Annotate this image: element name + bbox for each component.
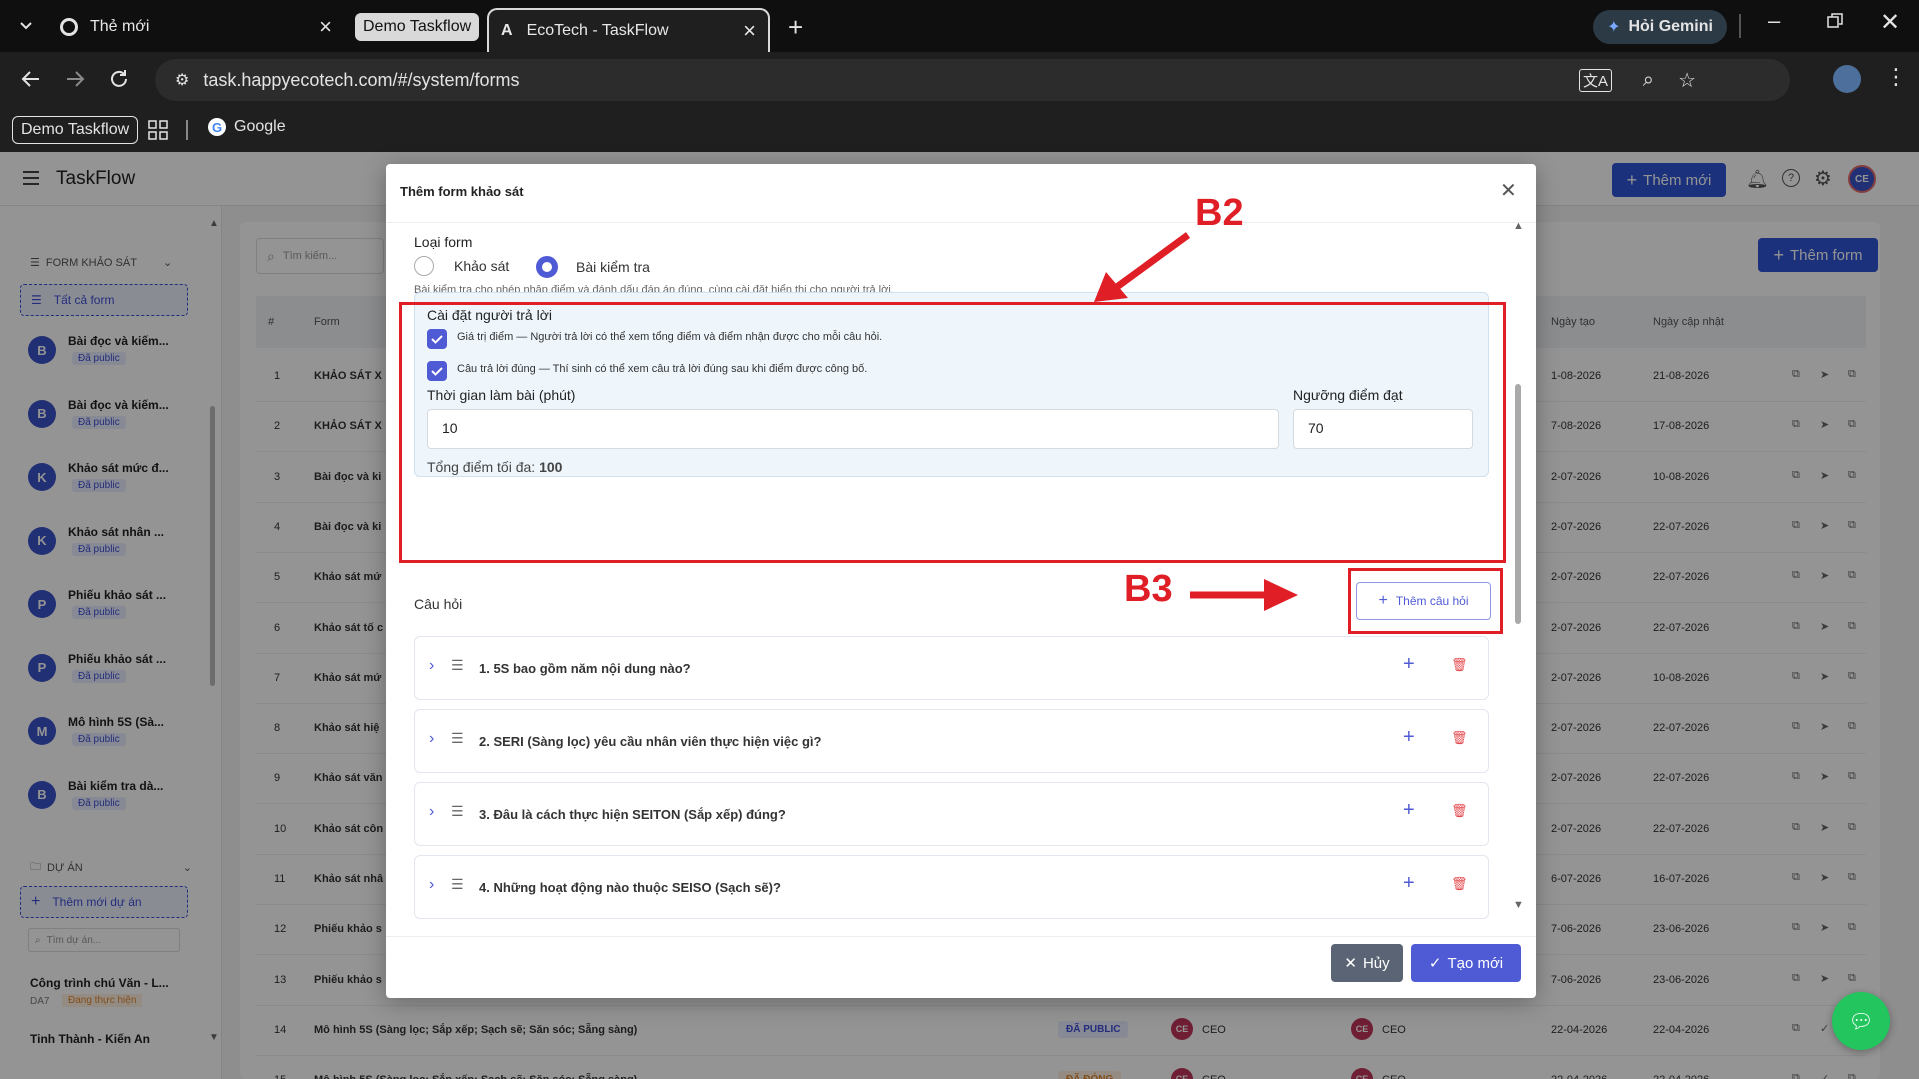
trash-icon[interactable]: 🗑︎ bbox=[1451, 803, 1468, 819]
drag-handle-icon[interactable]: ☰ bbox=[451, 803, 464, 820]
browser-toolbar: ⚙ task.happyecotech.com/#/system/forms 文… bbox=[0, 52, 1919, 108]
modal-header-divider bbox=[386, 222, 1536, 223]
tab-close-icon[interactable]: × bbox=[319, 14, 332, 40]
apps-grid-icon[interactable] bbox=[148, 120, 168, 140]
annotation-box-add-question bbox=[1348, 568, 1503, 634]
annotation-label-b3: B3 bbox=[1124, 568, 1173, 610]
address-bar[interactable]: ⚙ task.happyecotech.com/#/system/forms 文… bbox=[155, 59, 1790, 101]
reload-icon[interactable] bbox=[108, 68, 130, 90]
bookmark-divider bbox=[186, 120, 188, 140]
browser-menu-icon[interactable]: ⋮ bbox=[1885, 64, 1907, 90]
profile-avatar[interactable] bbox=[1833, 65, 1861, 93]
bookmark-google[interactable]: G Google bbox=[208, 118, 286, 136]
bookmark-label: Demo Taskflow bbox=[21, 121, 130, 138]
tab-list-chevron-icon[interactable] bbox=[16, 16, 36, 36]
modal-scroll-thumb[interactable] bbox=[1515, 384, 1521, 624]
modal-footer-divider bbox=[386, 936, 1536, 937]
modal-scrollbar[interactable]: ▲ ▼ bbox=[1513, 220, 1524, 914]
create-button[interactable]: ✓ Tạo mới bbox=[1411, 944, 1521, 982]
browser-tab-bar: Thẻ mới × Demo Taskflow A EcoTech - Task… bbox=[0, 0, 1919, 52]
question-item[interactable]: › ☰ 4. Những hoạt động nào thuộc SEISO (… bbox=[414, 855, 1489, 919]
question-item[interactable]: › ☰ 3. Đâu là cách thực hiện SEITON (Sắp… bbox=[414, 782, 1489, 846]
annotation-arrow-b2-icon bbox=[1094, 232, 1191, 302]
new-tab-plus-icon[interactable]: + bbox=[788, 12, 803, 43]
browser-tab-new[interactable]: Thẻ mới × bbox=[60, 8, 332, 46]
gemini-button[interactable]: ✦ Hỏi Gemini bbox=[1593, 10, 1727, 44]
tab-group-demo-taskflow[interactable]: Demo Taskflow bbox=[355, 13, 480, 41]
question-text: 1. 5S bao gồm năm nội dung nào? bbox=[479, 661, 691, 676]
radio-label: Bài kiểm tra bbox=[576, 259, 650, 275]
gemini-label: Hỏi Gemini bbox=[1628, 18, 1713, 35]
radio-unchecked-icon bbox=[414, 256, 434, 276]
tab-label: EcoTech - TaskFlow bbox=[526, 22, 669, 39]
restore-icon[interactable] bbox=[1826, 12, 1844, 30]
radio-label: Khảo sát bbox=[454, 258, 510, 274]
modal-scroll-down-icon[interactable]: ▼ bbox=[1513, 899, 1524, 911]
question-item[interactable]: › ☰ 1. 5S bao gồm năm nội dung nào? + 🗑︎ bbox=[414, 636, 1489, 700]
button-label: Hủy bbox=[1362, 954, 1390, 972]
check-icon: ✓ bbox=[1428, 955, 1442, 972]
chevron-right-icon[interactable]: › bbox=[429, 657, 434, 675]
chat-icon: 💬︎ bbox=[1848, 1010, 1874, 1033]
tab-bar-divider bbox=[1739, 14, 1741, 38]
add-sub-question-icon[interactable]: + bbox=[1403, 726, 1415, 749]
tab-label: Thẻ mới bbox=[90, 18, 150, 35]
tab-close-icon[interactable]: × bbox=[743, 18, 756, 44]
modal-title: Thêm form khảo sát bbox=[400, 184, 524, 199]
minimize-icon[interactable]: – bbox=[1768, 8, 1780, 34]
chrome-icon bbox=[60, 18, 78, 36]
back-icon[interactable] bbox=[20, 68, 42, 90]
close-window-icon[interactable]: ✕ bbox=[1880, 8, 1900, 37]
question-text: 2. SERI (Sàng lọc) yêu cầu nhân viên thự… bbox=[479, 734, 822, 749]
modal-scroll-up-icon[interactable]: ▲ bbox=[1513, 220, 1524, 232]
bookmark-star-icon[interactable]: ☆ bbox=[1678, 68, 1696, 93]
bookmark-demo-taskflow[interactable]: Demo Taskflow bbox=[12, 116, 139, 144]
chevron-right-icon[interactable]: › bbox=[429, 876, 434, 894]
cancel-button[interactable]: ✕ Hủy bbox=[1331, 944, 1403, 982]
translate-icon[interactable]: 文A bbox=[1578, 68, 1612, 92]
add-sub-question-icon[interactable]: + bbox=[1403, 872, 1415, 895]
radio-checked-icon bbox=[536, 256, 558, 278]
chevron-right-icon[interactable]: › bbox=[429, 730, 434, 748]
google-icon: G bbox=[208, 118, 226, 136]
site-info-icon[interactable]: ⚙ bbox=[175, 70, 189, 90]
button-label: Tạo mới bbox=[1447, 954, 1504, 972]
question-text: 3. Đâu là cách thực hiện SEITON (Sắp xếp… bbox=[479, 807, 786, 822]
radio-survey[interactable]: Khảo sát bbox=[414, 256, 509, 276]
drag-handle-icon[interactable]: ☰ bbox=[451, 657, 464, 674]
add-sub-question-icon[interactable]: + bbox=[1403, 653, 1415, 676]
questions-label: Câu hỏi bbox=[414, 596, 463, 612]
gemini-sparkle-icon: ✦ bbox=[1607, 19, 1621, 36]
bookmarks-bar: Demo Taskflow G Google bbox=[0, 108, 1919, 152]
tab-group-label: Demo Taskflow bbox=[363, 18, 472, 35]
ecotech-favicon-icon: A bbox=[501, 22, 513, 39]
annotation-box-settings bbox=[399, 302, 1506, 563]
add-sub-question-icon[interactable]: + bbox=[1403, 799, 1415, 822]
annotation-arrow-b3-icon bbox=[1190, 579, 1298, 611]
radio-quiz[interactable]: Bài kiểm tra bbox=[536, 256, 650, 278]
trash-icon[interactable]: 🗑︎ bbox=[1451, 876, 1468, 892]
browser-tab-active[interactable]: A EcoTech - TaskFlow × bbox=[487, 8, 770, 52]
forward-icon[interactable] bbox=[64, 68, 86, 90]
chevron-right-icon[interactable]: › bbox=[429, 803, 434, 821]
zoom-icon[interactable]: ⌕ bbox=[1643, 69, 1654, 92]
close-icon: ✕ bbox=[1344, 955, 1357, 972]
question-text: 4. Những hoạt động nào thuộc SEISO (Sạch… bbox=[479, 880, 781, 895]
url-text: task.happyecotech.com/#/system/forms bbox=[203, 69, 520, 90]
modal-close-icon[interactable]: ✕ bbox=[1500, 178, 1517, 203]
trash-icon[interactable]: 🗑︎ bbox=[1451, 730, 1468, 746]
trash-icon[interactable]: 🗑︎ bbox=[1451, 657, 1468, 673]
question-item[interactable]: › ☰ 2. SERI (Sàng lọc) yêu cầu nhân viên… bbox=[414, 709, 1489, 773]
form-type-label: Loại form bbox=[414, 234, 473, 250]
drag-handle-icon[interactable]: ☰ bbox=[451, 876, 464, 893]
bookmark-label: Google bbox=[234, 118, 286, 135]
drag-handle-icon[interactable]: ☰ bbox=[451, 730, 464, 747]
chat-fab-button[interactable]: 💬︎ bbox=[1832, 992, 1890, 1050]
